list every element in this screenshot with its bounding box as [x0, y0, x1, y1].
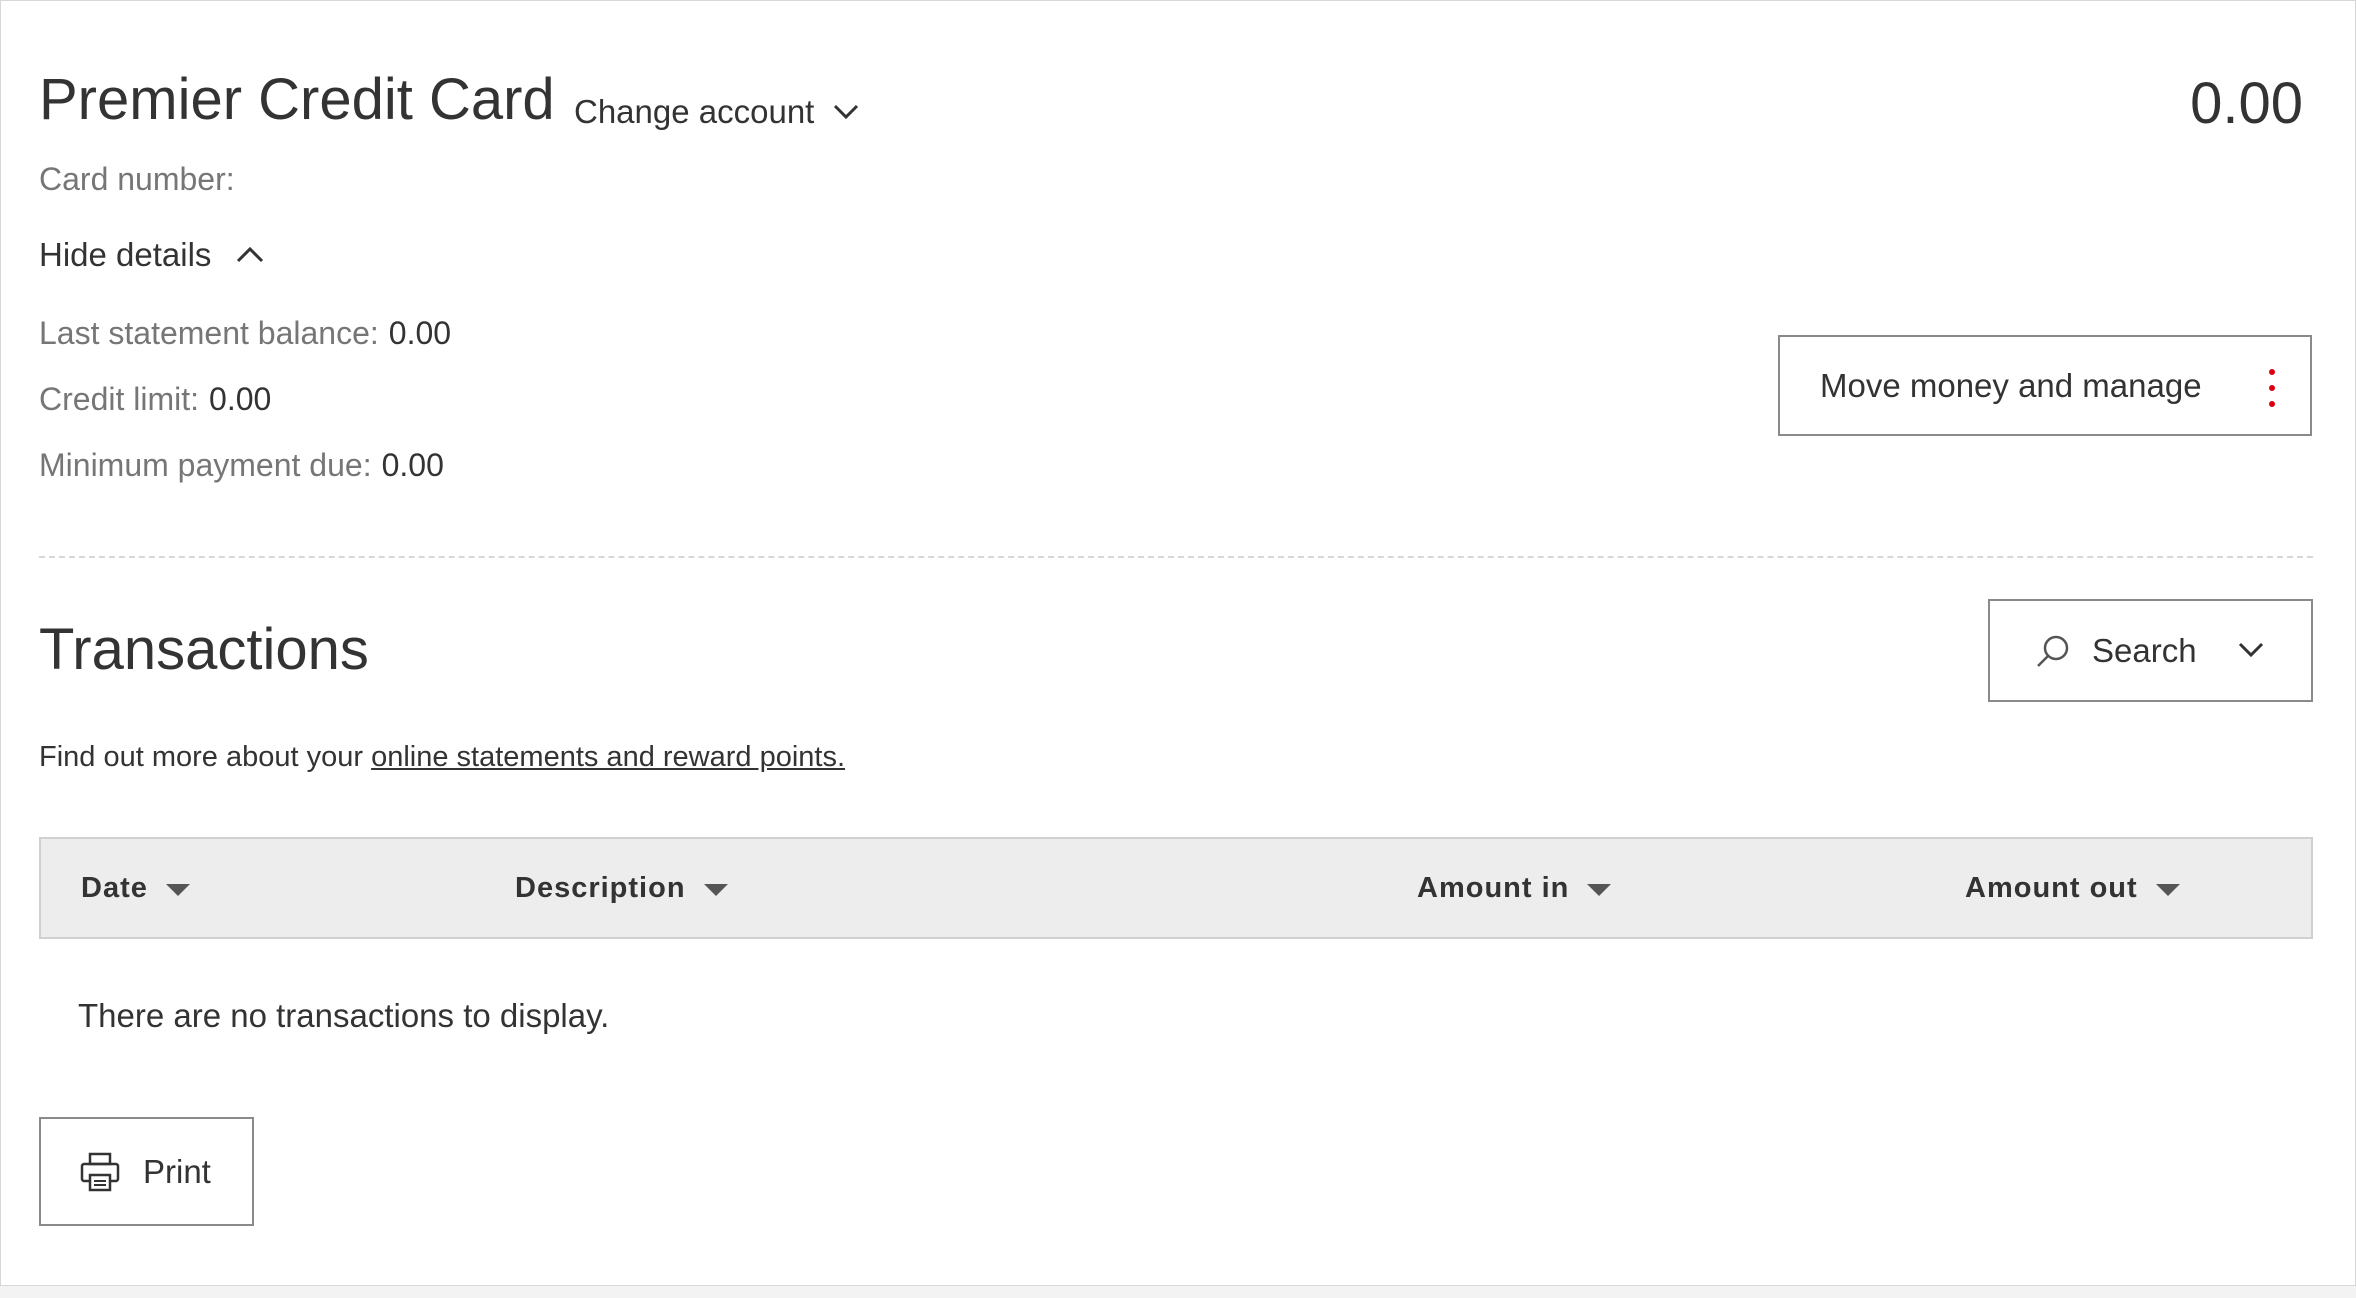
account-title: Premier Credit Card [39, 67, 555, 132]
transactions-table-header: Date Description Amount in Amount out [39, 837, 2313, 939]
hide-details-toggle[interactable]: Hide details [39, 236, 265, 274]
sort-caret-icon [703, 884, 728, 896]
section-divider [39, 556, 2313, 558]
card-number-label: Card number: [39, 161, 235, 197]
sort-caret-icon [2155, 884, 2180, 896]
minimum-payment-due: Minimum payment due: 0.00 [39, 447, 444, 484]
last-statement-balance: Last statement balance: 0.00 [39, 315, 451, 352]
chevron-down-icon [834, 104, 859, 120]
statements-info: Find out more about your online statemen… [39, 741, 845, 774]
kebab-menu-icon [2268, 369, 2276, 407]
credit-limit-value: 0.00 [209, 381, 272, 417]
credit-limit-label: Credit limit: [39, 381, 200, 417]
sort-caret-icon [165, 884, 190, 896]
credit-limit: Credit limit: 0.00 [39, 381, 271, 418]
print-button[interactable]: Print [39, 1117, 254, 1226]
column-header-description[interactable]: Description [515, 839, 728, 937]
search-button[interactable]: Search [1988, 599, 2313, 702]
move-money-label: Move money and manage [1820, 366, 2202, 404]
account-panel: Premier Credit Card Change account 0.00 … [0, 0, 2356, 1286]
column-label: Amount out [1965, 871, 2138, 904]
last-statement-label: Last statement balance: [39, 315, 379, 351]
column-header-date[interactable]: Date [81, 839, 190, 937]
sort-caret-icon [1587, 884, 1612, 896]
column-header-amount-in[interactable]: Amount in [1417, 839, 1612, 937]
change-account-button[interactable]: Change account [574, 93, 860, 131]
column-header-amount-out[interactable]: Amount out [1965, 839, 2180, 937]
last-statement-value: 0.00 [388, 315, 452, 351]
min-payment-value: 0.00 [381, 447, 444, 483]
column-label: Description [515, 871, 686, 904]
transactions-title: Transactions [39, 617, 369, 682]
change-account-label: Change account [574, 93, 815, 130]
column-label: Date [81, 871, 148, 904]
account-balance: 0.00 [2190, 71, 2303, 136]
search-icon [2037, 635, 2069, 667]
column-label: Amount in [1417, 871, 1570, 904]
move-money-button[interactable]: Move money and manage [1778, 335, 2312, 436]
info-prefix: Find out more about your [39, 741, 372, 773]
min-payment-label: Minimum payment due: [39, 447, 372, 483]
chevron-up-icon [237, 246, 264, 263]
statements-rewards-link[interactable]: online statements and reward points. [371, 741, 845, 773]
print-label: Print [143, 1152, 211, 1190]
search-label: Search [2092, 631, 2197, 669]
hide-details-label: Hide details [39, 236, 212, 273]
printer-icon [80, 1152, 120, 1191]
chevron-down-icon [2238, 642, 2264, 658]
empty-transactions-message: There are no transactions to display. [78, 997, 610, 1034]
